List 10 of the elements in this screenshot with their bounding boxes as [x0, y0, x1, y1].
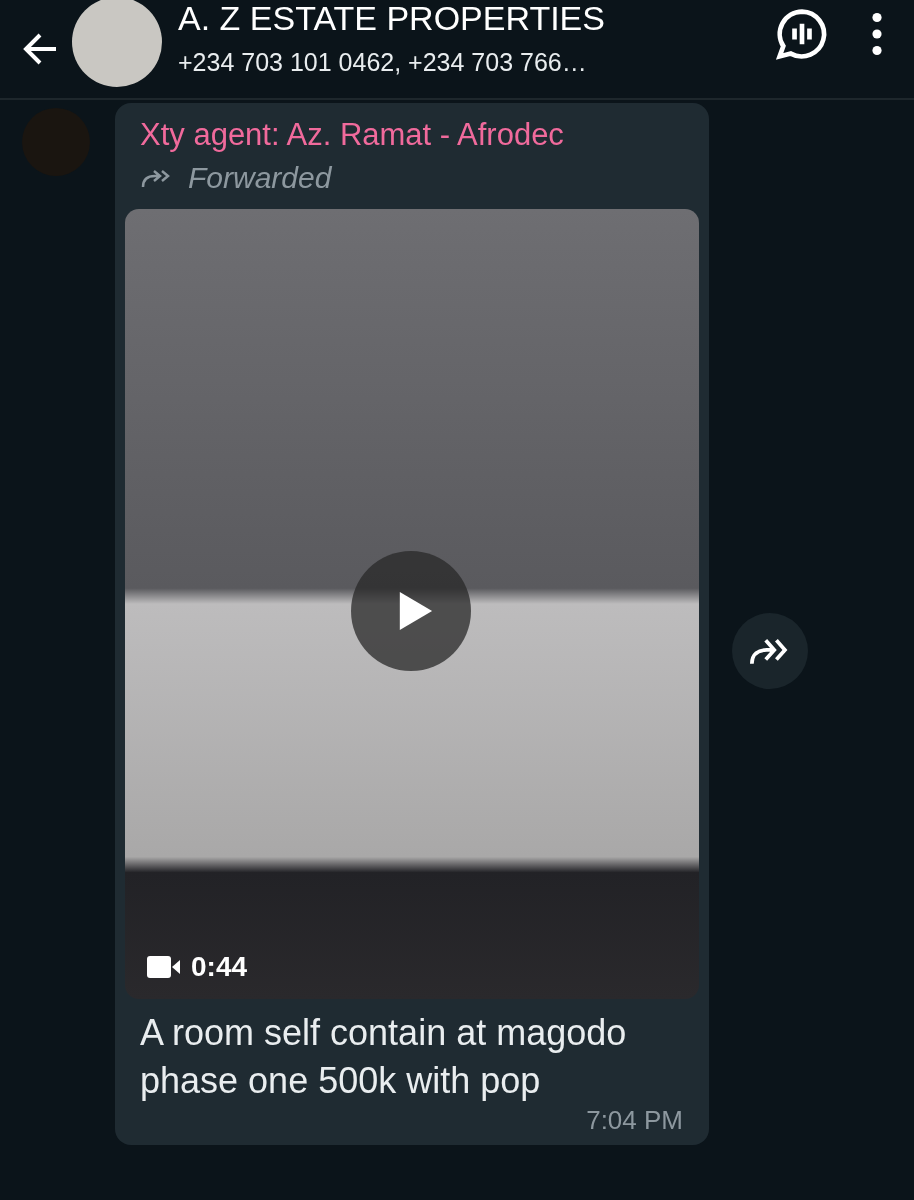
message-time: 7:04 PM: [586, 1105, 683, 1135]
forwarded-label: Forwarded: [188, 161, 332, 195]
message-text: A room self contain at magodo phase one 500k with pop: [139, 1011, 628, 1103]
video-camera-icon: [147, 954, 181, 980]
video-duration: 0:44: [191, 951, 248, 983]
sender-name[interactable]: Xty agent: Az. Ramat - Afrodec: [125, 117, 699, 153]
video-thumbnail-placeholder[interactable]: 0:44: [125, 209, 699, 999]
contact-name[interactable]: A. Z ESTATE PROPERTIES: [178, 0, 774, 36]
more-options-icon[interactable]: [870, 12, 884, 56]
contact-phones: +234 703 101 0462, +234 703 766…: [178, 47, 588, 77]
